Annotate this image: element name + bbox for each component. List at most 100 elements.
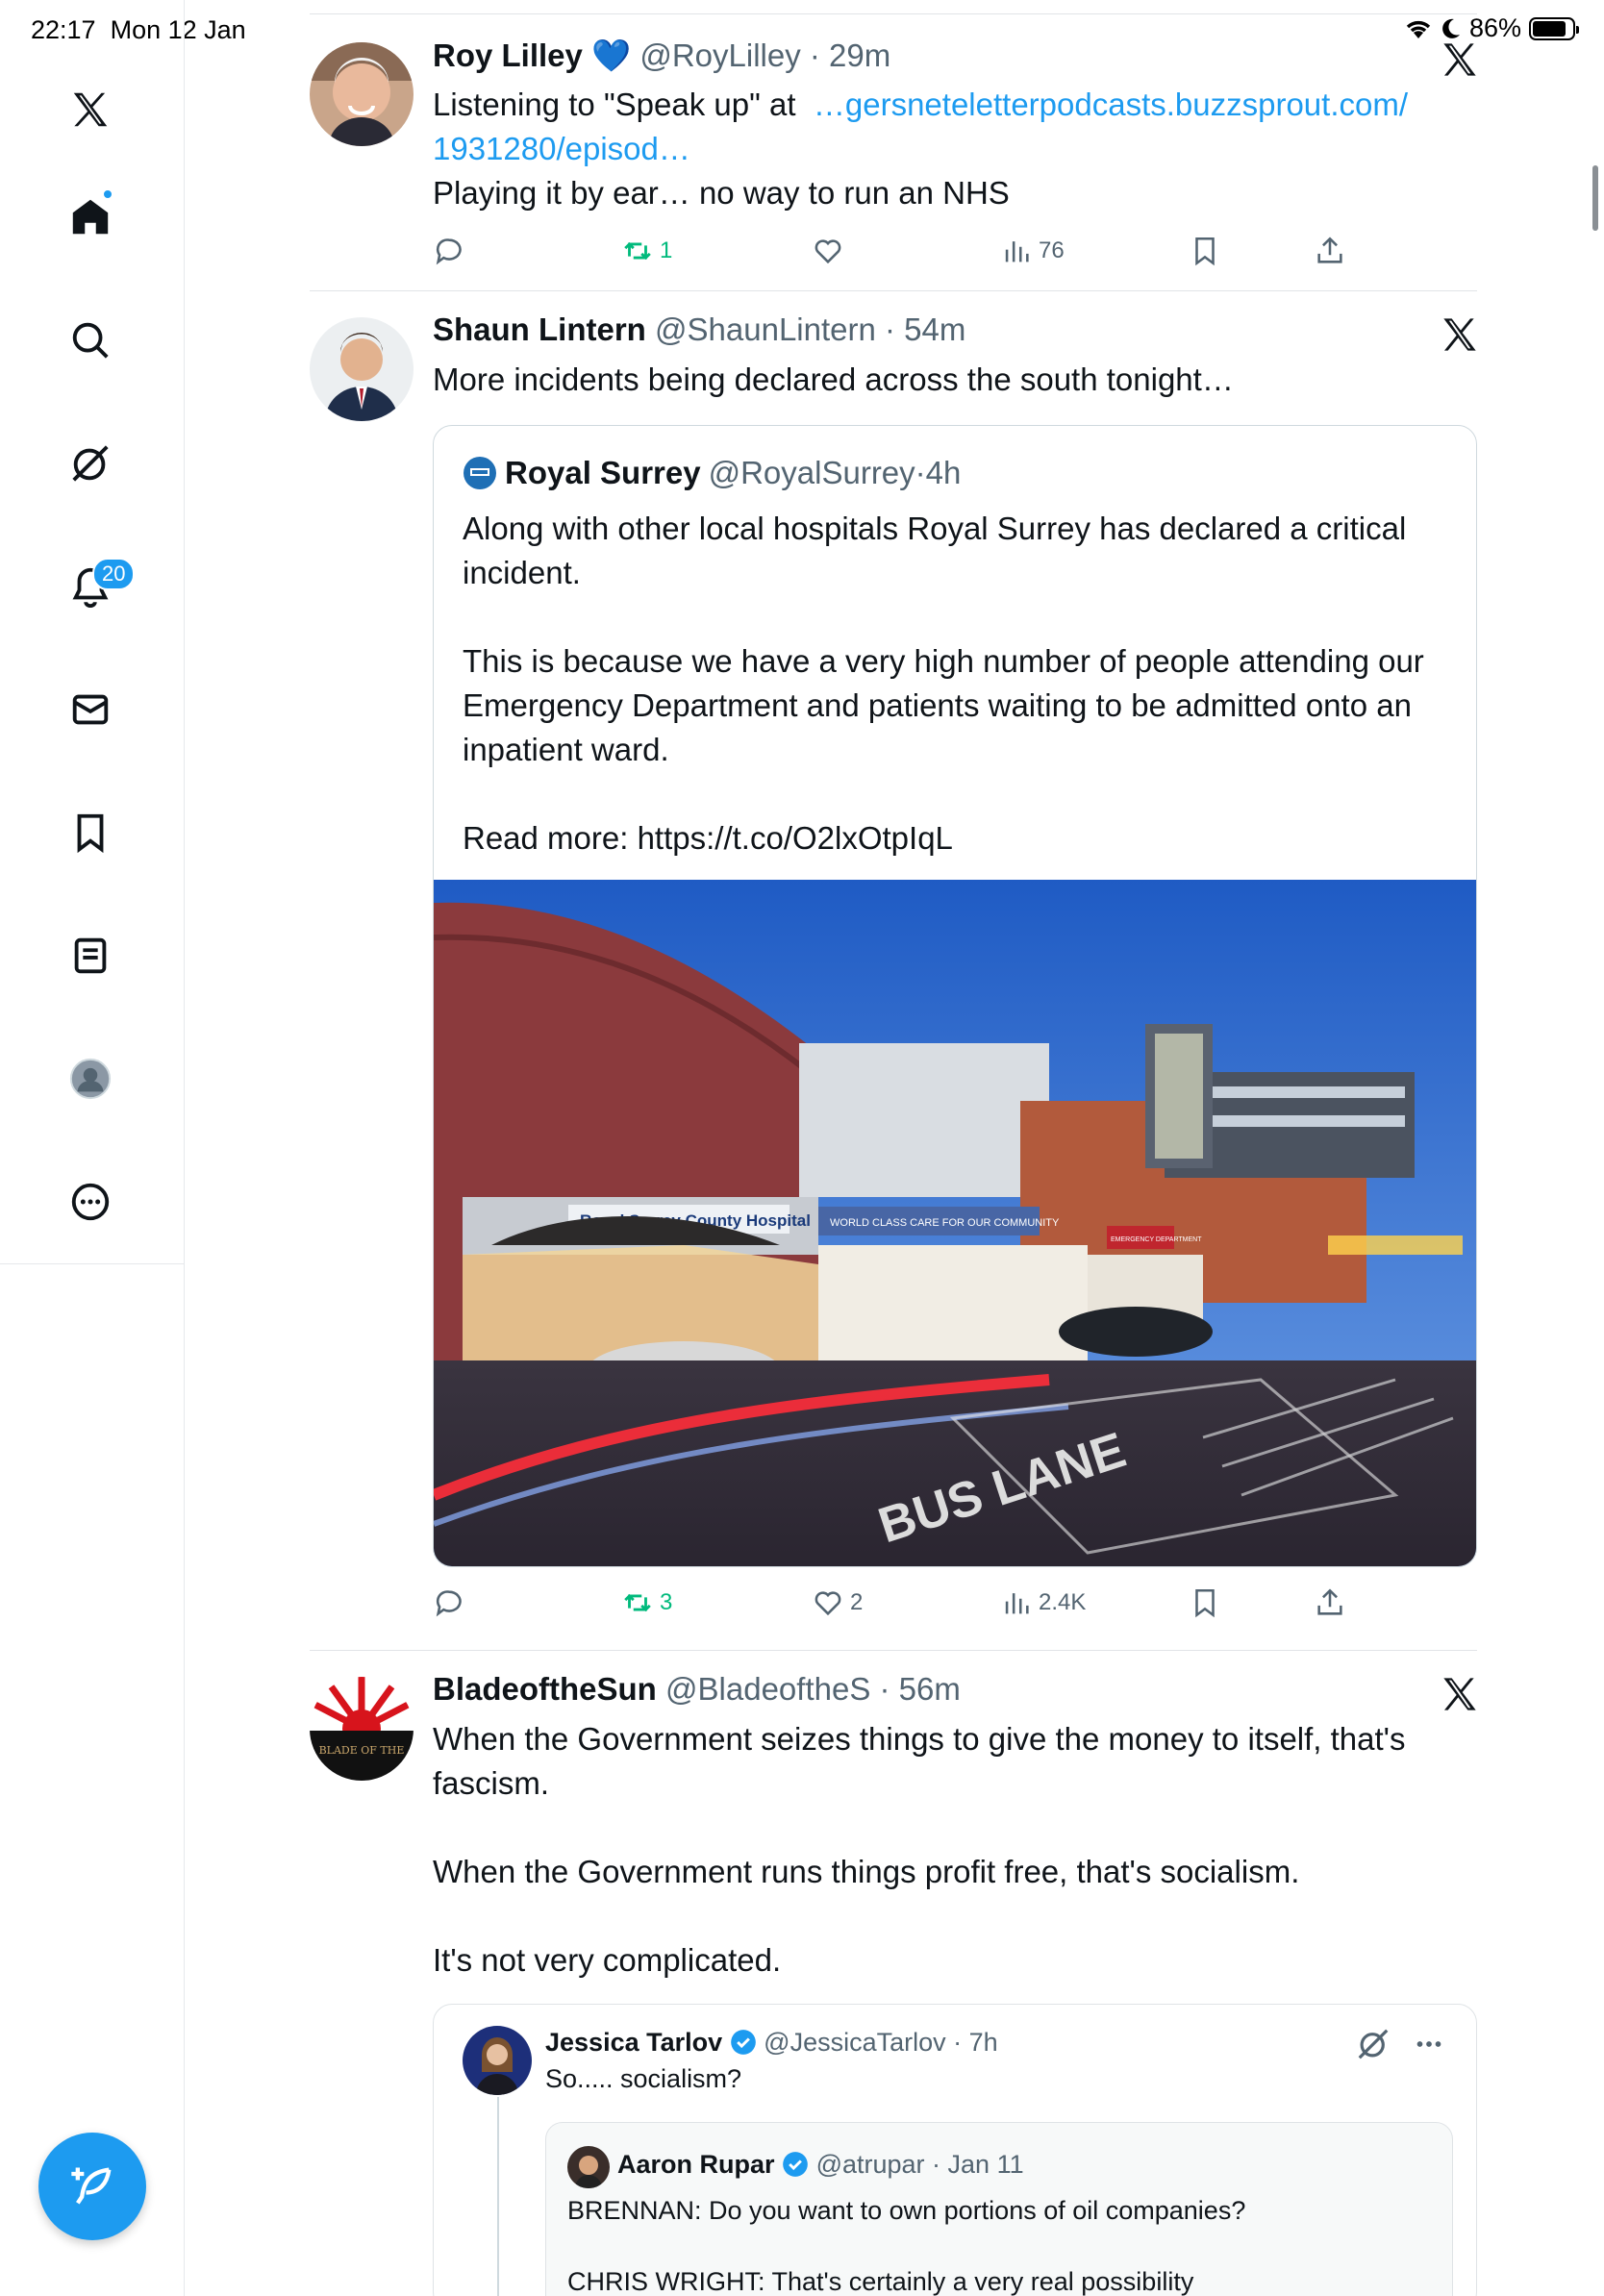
tweet-time[interactable]: 54m	[904, 312, 965, 347]
share-button[interactable]	[1314, 235, 1346, 267]
tweet-time[interactable]: 29m	[829, 37, 890, 73]
photo-banner: WORLD CLASS CARE FOR OUR COMMUNITY	[830, 1217, 1060, 1229]
tweet-divider	[310, 1650, 1477, 1651]
like-button[interactable]	[812, 235, 844, 267]
share-icon	[1317, 237, 1342, 263]
x-logo-icon[interactable]	[63, 83, 117, 137]
reply-icon	[436, 1590, 462, 1617]
embed-header: Jessica Tarlov @JessicaTarlov · 7h	[545, 2028, 998, 2057]
views-button[interactable]: 76	[1000, 235, 1065, 267]
tweet-divider	[310, 290, 1477, 291]
like-count: 2	[850, 1589, 864, 1615]
jessica-avatar	[463, 2026, 532, 2095]
views-icon	[1005, 241, 1029, 262]
embed-time: 7h	[968, 2028, 998, 2057]
quote-header: Royal Surrey @RoyalSurrey · 4h	[463, 455, 961, 491]
tweet-header: Roy Lilley 💙 @RoyLilley · 29m	[433, 37, 891, 74]
quote-author-name[interactable]: Royal Surrey	[505, 455, 701, 491]
hospital-photo[interactable]: Royal Surrey County Hospital WORLD CLASS…	[434, 880, 1477, 1567]
inner-header: Aaron Rupar @atrupar · Jan 11	[617, 2150, 1024, 2179]
views-button[interactable]: 2.4K	[1000, 1586, 1086, 1619]
battery-percent: 86%	[1468, 13, 1521, 42]
messages-icon[interactable]	[63, 683, 117, 736]
share-button[interactable]	[1314, 1586, 1346, 1619]
tweet-link-cont[interactable]: 1931280/episod…	[433, 131, 690, 166]
repost-button[interactable]: 1	[621, 235, 672, 267]
sidebar-divider	[0, 1263, 185, 1264]
grok-icon[interactable]	[63, 437, 117, 490]
embedded-inner-quote: Aaron Rupar @atrupar · Jan 11 BRENNAN: D…	[545, 2122, 1453, 2296]
home-unread-dot	[102, 188, 113, 200]
author-handle[interactable]: @RoyLilley	[639, 37, 800, 73]
tweet-shaun-lintern[interactable]: Shaun Lintern @ShaunLintern · 54m More i…	[310, 304, 1477, 1650]
grok-icon	[1358, 2029, 1389, 2059]
avatar[interactable]	[310, 42, 414, 146]
bookmarks-icon[interactable]	[63, 806, 117, 860]
tweet-actions: 3 2 2.4K	[433, 1586, 1356, 1625]
author-handle[interactable]: @BladeoftheS	[665, 1671, 870, 1707]
quote-time[interactable]: 4h	[926, 455, 962, 491]
tweet-time[interactable]: 56m	[899, 1671, 961, 1707]
repost-button[interactable]: 3	[621, 1586, 672, 1619]
top-divider	[310, 13, 1477, 14]
repost-count: 1	[660, 237, 673, 263]
tweet-link[interactable]: …gersneteletterpodcasts.buzzsprout.com/	[814, 87, 1408, 122]
views-count: 2.4K	[1039, 1589, 1087, 1615]
avatar-text: BLADE OF THE	[319, 1744, 405, 1757]
text-suffix: Playing it by ear… no way to run an NHS	[433, 175, 1010, 211]
x-logo-icon	[1443, 318, 1476, 351]
embed-author-handle: @JessicaTarlov	[764, 2028, 946, 2057]
views-count: 76	[1039, 237, 1065, 263]
text-prefix: Listening to "Speak up" at	[433, 87, 796, 122]
bookmark-button[interactable]	[1189, 1586, 1221, 1619]
author-name[interactable]: Shaun Lintern	[433, 312, 646, 347]
tweet-actions: 1 76	[433, 235, 1356, 273]
verified-badge-icon	[783, 2152, 808, 2177]
lists-icon[interactable]	[63, 929, 117, 983]
author-name[interactable]: BladeoftheSun	[433, 1671, 657, 1707]
reply-button[interactable]	[433, 1586, 465, 1619]
like-button[interactable]: 2	[812, 1586, 863, 1619]
quote-author-handle[interactable]: @RoyalSurrey	[709, 455, 915, 491]
share-icon	[1317, 1588, 1342, 1615]
quote-p2: This is because we have a very high numb…	[463, 643, 1424, 767]
inner-line2: CHRIS WRIGHT: That's certainly a very re…	[567, 2267, 1194, 2296]
heart-emoji: 💙	[591, 37, 632, 74]
aaron-avatar	[567, 2146, 610, 2188]
scroll-indicator[interactable]	[1592, 165, 1598, 231]
author-name[interactable]: Roy Lilley	[433, 37, 583, 73]
sidebar: 20	[0, 0, 185, 2296]
quoted-tweet[interactable]: Royal Surrey @RoyalSurrey · 4h Along wit…	[433, 425, 1477, 1567]
inner-line1: BRENNAN: Do you want to own portions of …	[567, 2196, 1246, 2225]
x-logo-icon	[1443, 43, 1476, 76]
notifications-badge: 20	[92, 558, 136, 590]
more-icon[interactable]	[63, 1175, 117, 1229]
avatar[interactable]: BLADE OF THE	[310, 1677, 414, 1781]
inner-author-name: Aaron Rupar	[617, 2150, 775, 2179]
bookmark-icon	[1195, 237, 1215, 266]
embedded-tweet-screenshot[interactable]: Jessica Tarlov @JessicaTarlov · 7h So...…	[433, 2004, 1477, 2296]
tweet-text: Listening to "Speak up" at …gersnetelett…	[433, 83, 1477, 215]
battery-icon	[1529, 16, 1579, 40]
avatar[interactable]	[310, 317, 414, 421]
tweet-roy-lilley[interactable]: Roy Lilley 💙 @RoyLilley · 29m Listening …	[310, 29, 1477, 288]
quote-p3: Read more: https://t.co/O2lxOtpIqL	[463, 820, 953, 856]
quote-p1: Along with other local hospitals Royal S…	[463, 511, 1407, 590]
tweet-p2: When the Government runs things profit f…	[433, 1854, 1300, 1889]
royal-surrey-avatar[interactable]	[463, 456, 497, 490]
tweet-header: Shaun Lintern @ShaunLintern · 54m	[433, 312, 966, 347]
compose-post-button[interactable]	[38, 2133, 146, 2240]
heart-icon	[815, 239, 841, 264]
profile-avatar-icon[interactable]	[63, 1052, 117, 1106]
embed-text: So..... socialism?	[545, 2064, 742, 2093]
tweet-p1: When the Government seizes things to giv…	[433, 1721, 1406, 1801]
compose-feather-icon	[71, 2167, 112, 2205]
search-icon[interactable]	[63, 313, 117, 367]
repost-icon	[624, 241, 651, 261]
x-logo-icon	[1443, 1678, 1476, 1710]
tweet-bladeofthesun[interactable]: BLADE OF THE BladeoftheSun @BladeoftheS …	[310, 1663, 1477, 2296]
reply-button[interactable]	[433, 235, 465, 267]
bookmark-button[interactable]	[1189, 235, 1221, 267]
bookmark-icon	[1195, 1588, 1215, 1618]
author-handle[interactable]: @ShaunLintern	[655, 312, 876, 347]
